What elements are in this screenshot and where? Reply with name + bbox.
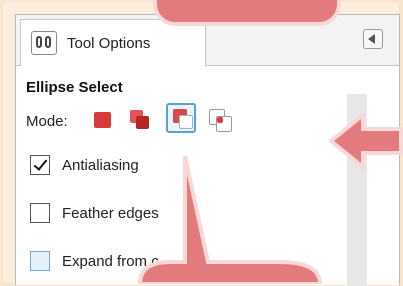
expand-from-center-checkbox[interactable] [30,251,50,271]
mode-subtract-button[interactable] [166,103,196,133]
tool-title: Ellipse Select [26,79,123,96]
tab-label: Tool Options [67,34,151,52]
antialiasing-checkbox[interactable] [30,155,50,175]
antialiasing-label: Antialiasing [62,156,139,174]
tool-options-icon [31,31,57,55]
callout-bubble-bottom [137,155,323,284]
feather-edges-checkbox[interactable] [30,203,50,223]
callout-bubble-top [153,0,341,26]
mode-replace-button[interactable] [91,108,115,132]
callout-arrow-right [329,111,403,171]
mode-replace-icon [94,112,111,128]
antialiasing-option[interactable]: Antialiasing [30,155,139,175]
mode-intersect-button[interactable] [208,108,232,132]
mode-add-button[interactable] [128,108,152,132]
dock-menu-button[interactable] [363,29,383,49]
mode-label: Mode: [26,113,68,130]
tab-tool-options[interactable]: Tool Options [20,19,206,66]
